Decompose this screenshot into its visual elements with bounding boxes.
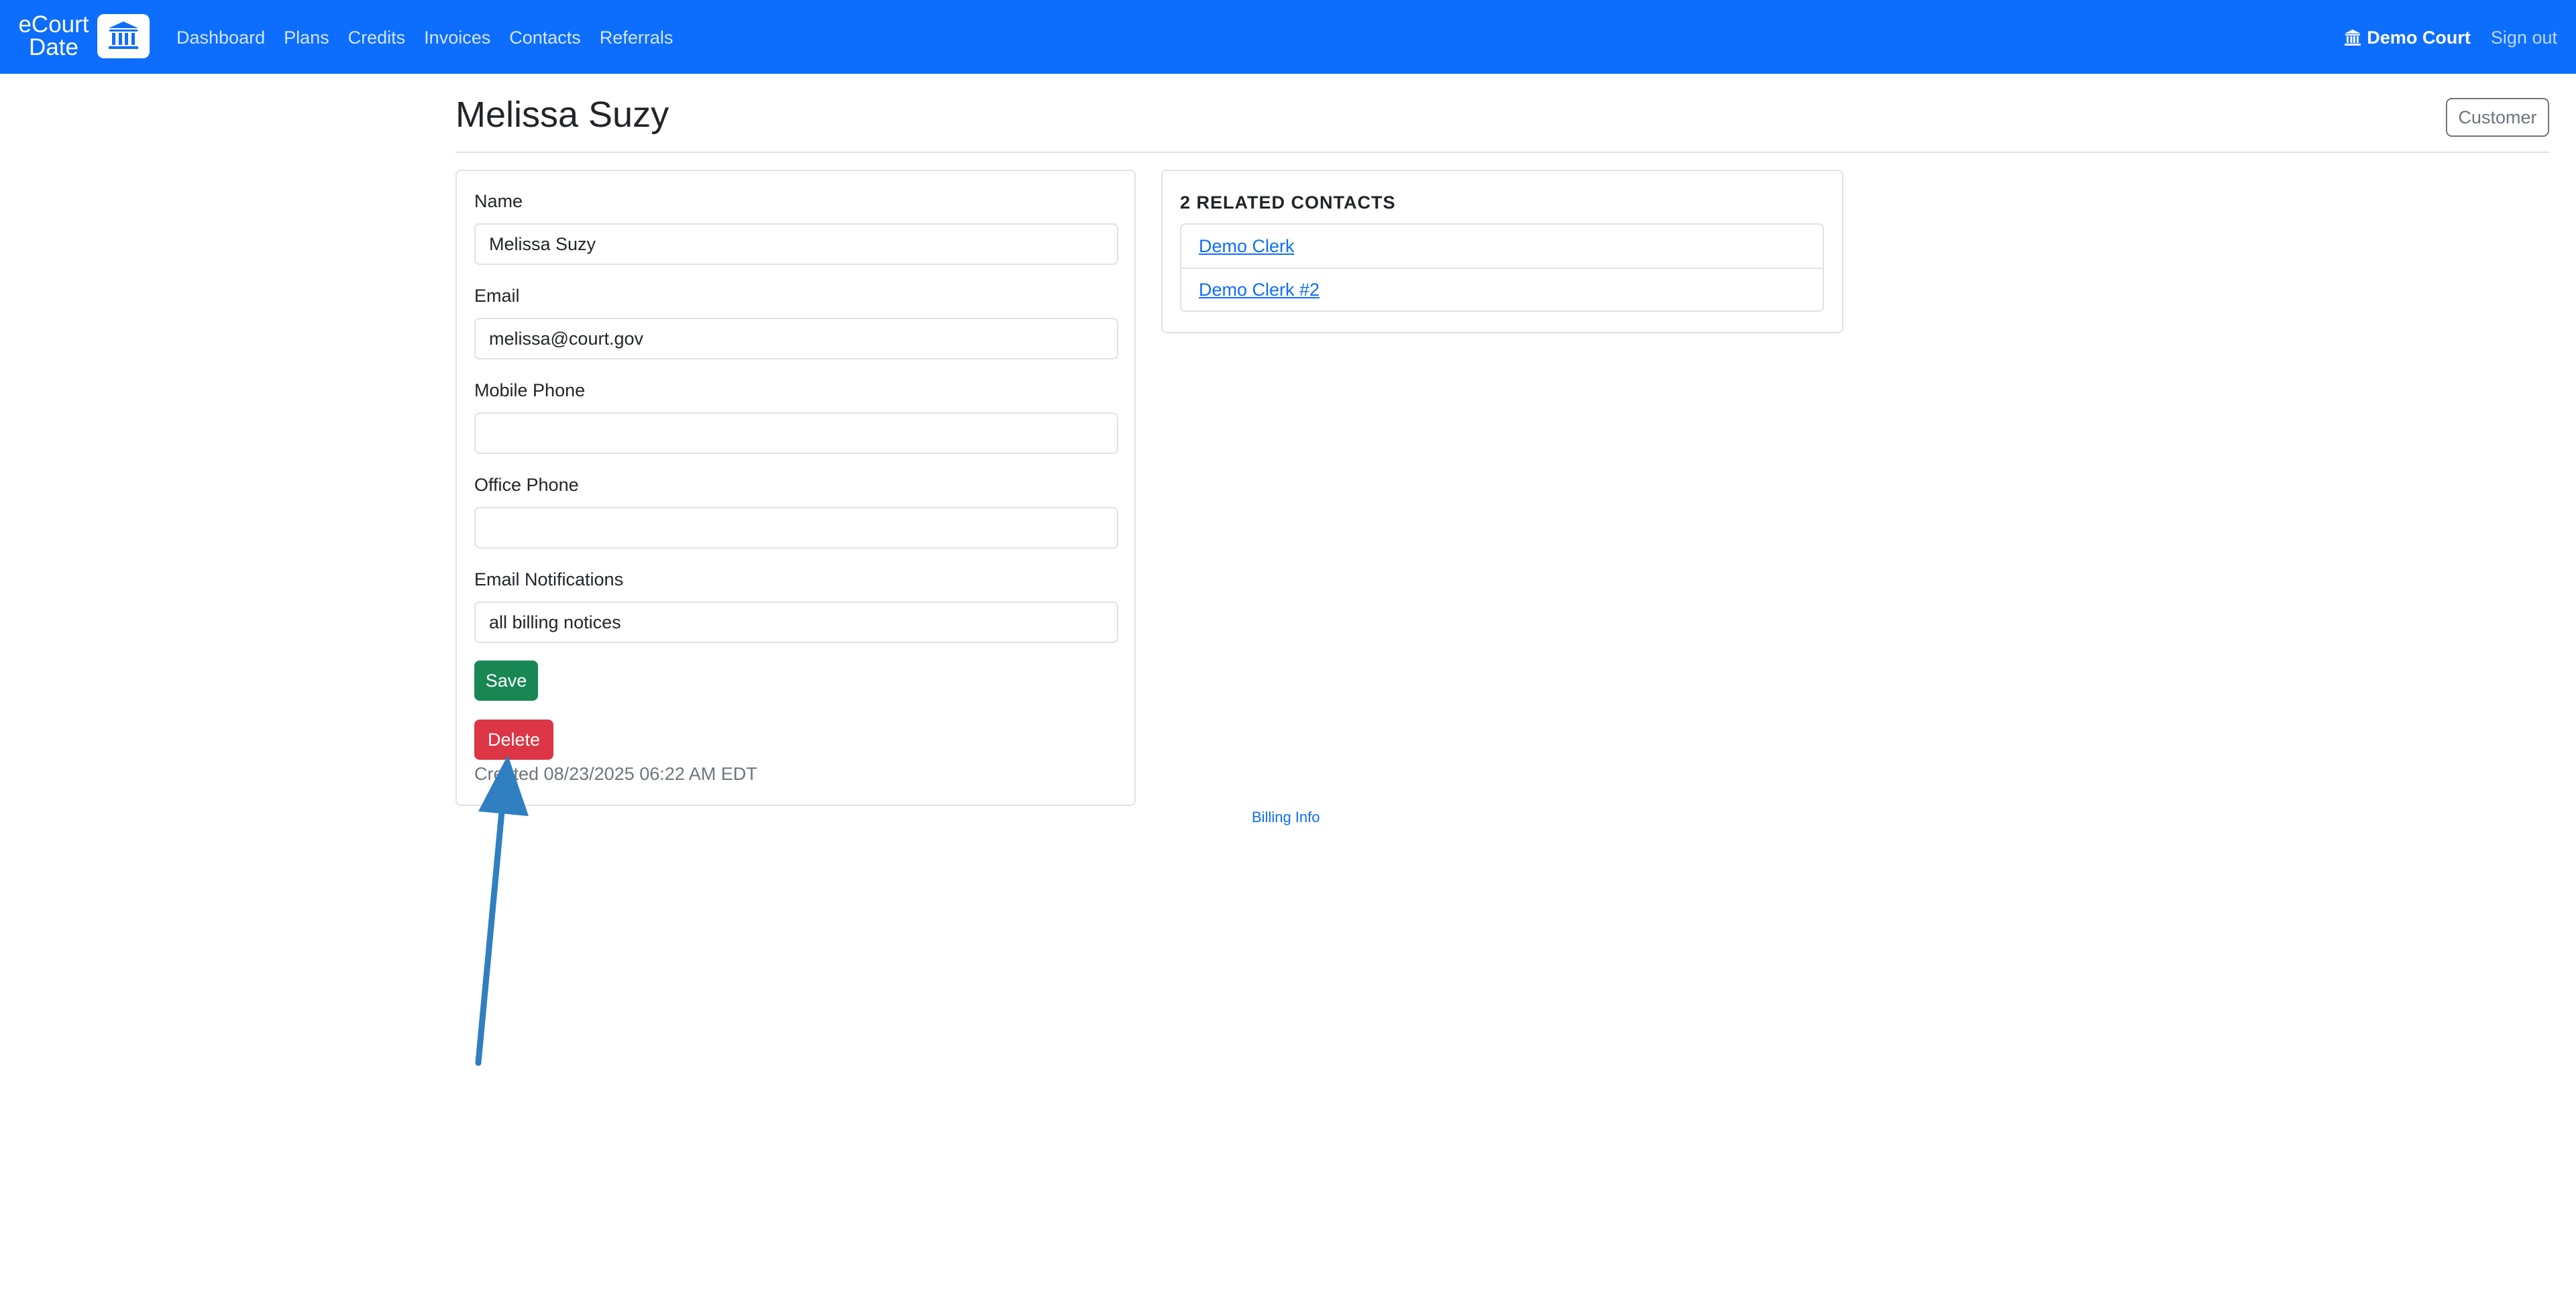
annotation-arrow-icon <box>475 755 529 1066</box>
